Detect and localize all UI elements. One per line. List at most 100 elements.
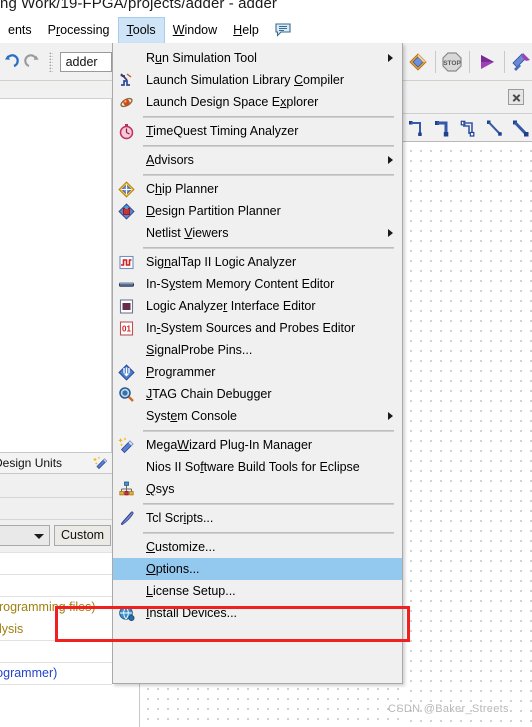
- play-icon[interactable]: [476, 51, 498, 73]
- menu-item-launch-simulation-library-compiler[interactable]: Launch Simulation Library Compiler: [113, 69, 402, 91]
- megawizard-icon: [117, 436, 135, 454]
- tools-menu-list: Run Simulation Tool Launch Simulation Lib…: [113, 43, 402, 624]
- menu-item-in-system-sources-and-probes-editor[interactable]: 01 In-System Sources and Probes Editor: [113, 317, 402, 339]
- menu-item-netlist-viewers[interactable]: Netlist Viewers: [113, 222, 402, 244]
- message-row[interactable]: programming files): [0, 600, 96, 614]
- menubar-label: Tools: [126, 23, 156, 37]
- menu-item-megawizard-plug-in-manager[interactable]: MegaWizard Plug-In Manager: [113, 434, 402, 456]
- diagonal-bus-line-icon[interactable]: [511, 118, 532, 138]
- filter-select[interactable]: [0, 524, 50, 546]
- orthogonal-conduit-line-icon[interactable]: [459, 118, 481, 138]
- svg-text:STOP: STOP: [444, 60, 462, 67]
- submenu-arrow-icon: [388, 412, 393, 420]
- menu-item-label: Qsys: [146, 482, 175, 496]
- menu-item-qsys[interactable]: Qsys: [113, 478, 402, 500]
- orthogonal-node-line-icon[interactable]: [407, 118, 429, 138]
- menu-item-label: Options...: [146, 562, 200, 576]
- menu-item-label: System Console: [146, 409, 238, 423]
- menubar-label: ents: [8, 23, 32, 37]
- menu-item-nios-ii-software-build-tools-for-eclipse[interactable]: Nios II Software Build Tools for Eclipse: [113, 456, 402, 478]
- menu-item-run-simulation-tool[interactable]: Run Simulation Tool: [113, 47, 402, 69]
- compile-icon[interactable]: [407, 51, 429, 73]
- menu-item-label: In-System Sources and Probes Editor: [146, 321, 356, 335]
- menu-item-timequest-timing-analyzer[interactable]: TimeQuest Timing Analyzer: [113, 120, 402, 142]
- design-units-panel: Design Units Custom programming files) l…: [0, 452, 112, 727]
- custom-button[interactable]: Custom: [54, 524, 112, 546]
- menu-item-customize[interactable]: Customize...: [113, 536, 402, 558]
- menu-item-options[interactable]: Options...: [113, 558, 402, 580]
- message-row[interactable]: rogrammer): [0, 666, 57, 680]
- menu-item-license-setup[interactable]: License Setup...: [113, 580, 402, 602]
- schematic-draw-toolbar: [403, 114, 532, 142]
- document-tab-bar: [403, 81, 532, 114]
- menu-item-design-partition-planner[interactable]: Design Partition Planner: [113, 200, 402, 222]
- undo-icon[interactable]: [2, 53, 20, 71]
- menu-item-label: Chip Planner: [146, 182, 219, 196]
- design-units-title: Design Units: [0, 456, 63, 470]
- right-toolbar: STOP: [403, 43, 532, 81]
- design-partition-planner-icon: [117, 202, 135, 220]
- menubar-item-tools[interactable]: Tools: [117, 17, 165, 43]
- panel-divider: [0, 497, 112, 498]
- memory-content-editor-icon: [117, 275, 135, 293]
- menu-item-tcl-scripts[interactable]: Tcl Scripts...: [113, 507, 402, 529]
- menu-separator: [113, 427, 402, 434]
- message-divider: [0, 662, 112, 663]
- menu-item-advisors[interactable]: Advisors: [113, 149, 402, 171]
- window-title-bar: ng Work/19-FPGA/projects/adder - adder: [0, 0, 532, 17]
- menu-separator: [113, 113, 402, 120]
- menu-item-label: MegaWizard Plug-In Manager: [146, 438, 313, 452]
- toolbar-grip[interactable]: [49, 51, 53, 72]
- menubar-item-help[interactable]: Help: [225, 18, 267, 42]
- redo-icon[interactable]: [24, 53, 42, 71]
- menu-item-label: Design Partition Planner: [146, 204, 281, 218]
- diagonal-node-line-icon[interactable]: [485, 118, 507, 138]
- menu-item-launch-design-space-explorer[interactable]: Launch Design Space Explorer: [113, 91, 402, 113]
- menubar-item-processing[interactable]: Processing: [40, 18, 118, 42]
- signaltap-icon: [117, 253, 135, 271]
- menu-item-system-console[interactable]: System Console: [113, 405, 402, 427]
- menu-item-label: Nios II Software Build Tools for Eclipse: [146, 460, 360, 474]
- menu-item-logic-analyzer-interface-editor[interactable]: Logic Analyzer Interface Editor: [113, 295, 402, 317]
- menubar-item-assignments[interactable]: ents: [0, 18, 40, 42]
- megawizard-icon[interactable]: [93, 456, 108, 471]
- canvas-left-gutter: [112, 684, 140, 727]
- menu-item-chip-planner[interactable]: Chip Planner: [113, 178, 402, 200]
- submenu-arrow-icon: [388, 54, 393, 62]
- programmer-icon: [117, 363, 135, 381]
- menu-item-label: In-System Memory Content Editor: [146, 277, 335, 291]
- message-divider: [0, 574, 112, 575]
- stop-icon[interactable]: STOP: [441, 51, 463, 73]
- menu-item-in-system-memory-content-editor[interactable]: In-System Memory Content Editor: [113, 273, 402, 295]
- install-devices-icon: [117, 604, 135, 622]
- qsys-icon: [117, 480, 135, 498]
- window-title: ng Work/19-FPGA/projects/adder - adder: [0, 0, 277, 12]
- menu-item-programmer[interactable]: Programmer: [113, 361, 402, 383]
- menu-item-label: Customize...: [146, 540, 216, 554]
- menu-item-install-devices[interactable]: Install Devices...: [113, 602, 402, 624]
- menu-item-label: Launch Design Space Explorer: [146, 95, 319, 109]
- menubar-label: Processing: [47, 23, 110, 37]
- menubar-item-window[interactable]: Window: [165, 18, 225, 42]
- panel-divider: [0, 519, 112, 520]
- left-toolbar-row2: [0, 81, 112, 99]
- menubar-label: Help: [233, 23, 259, 37]
- tools-dropdown-menu: Run Simulation Tool Launch Simulation Lib…: [112, 43, 403, 684]
- speech-bubble-icon[interactable]: [275, 23, 291, 37]
- menu-item-signalprobe-pins[interactable]: SignalProbe Pins...: [113, 339, 402, 361]
- project-revision-combo[interactable]: adder: [59, 51, 112, 72]
- orthogonal-bus-line-icon[interactable]: [433, 118, 455, 138]
- submenu-arrow-icon: [388, 229, 393, 237]
- program-device-icon[interactable]: [510, 51, 532, 73]
- design-units-filter-row: Custom: [0, 522, 112, 548]
- schematic-canvas[interactable]: [403, 142, 532, 727]
- menu-item-label: License Setup...: [146, 584, 236, 598]
- message-row[interactable]: alysis: [0, 622, 23, 636]
- menu-item-label: JTAG Chain Debugger: [146, 387, 272, 401]
- menu-separator: [113, 244, 402, 251]
- menu-item-jtag-chain-debugger[interactable]: JTAG Chain Debugger: [113, 383, 402, 405]
- close-icon[interactable]: [508, 89, 524, 105]
- menu-item-signaltap-ii-logic-analyzer[interactable]: SignalTap II Logic Analyzer: [113, 251, 402, 273]
- schematic-canvas-bottom[interactable]: [140, 684, 403, 727]
- left-panel-white-area: [0, 99, 112, 452]
